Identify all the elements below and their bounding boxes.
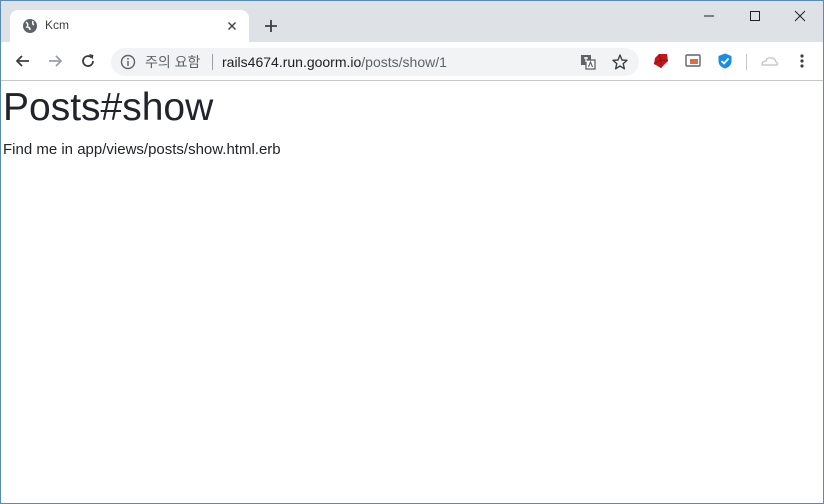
minimize-icon[interactable] [686, 1, 732, 31]
close-tab-icon[interactable] [224, 18, 240, 34]
cast-extension-icon[interactable] [684, 52, 702, 70]
page-body-text: Find me in app/views/posts/show.html.erb [3, 141, 281, 158]
info-icon[interactable] [120, 54, 136, 70]
url-host: rails4674.run.goorm.io [222, 54, 362, 70]
browser-window: Kcm 주의 요함 rails4674.run.goorm.io/posts/s… [0, 0, 824, 504]
translate-icon[interactable] [579, 53, 597, 71]
cloud-extension-icon[interactable] [759, 52, 778, 70]
forward-arrow-icon[interactable] [45, 51, 65, 71]
new-tab-icon[interactable] [262, 17, 280, 35]
browser-toolbar: 주의 요함 rails4674.run.goorm.io/posts/show/… [1, 42, 823, 81]
reload-icon[interactable] [78, 51, 98, 71]
menu-kebab-icon[interactable] [793, 52, 811, 70]
globe-icon [22, 18, 38, 34]
address-bar[interactable]: 주의 요함 rails4674.run.goorm.io/posts/show/… [111, 48, 639, 76]
toolbar-separator [746, 54, 747, 70]
page-title: Posts#show [3, 86, 214, 129]
ruby-gem-extension-icon[interactable] [652, 52, 670, 70]
back-arrow-icon[interactable] [13, 51, 33, 71]
tab-kcm[interactable]: Kcm [10, 10, 249, 42]
url-text[interactable]: rails4674.run.goorm.io/posts/show/1 [222, 54, 447, 70]
bookmark-star-icon[interactable] [611, 53, 629, 71]
close-window-icon[interactable] [777, 1, 823, 31]
address-separator [212, 54, 213, 70]
tab-strip: Kcm [1, 1, 823, 42]
maximize-icon[interactable] [732, 1, 778, 31]
security-label[interactable]: 주의 요함 [145, 54, 200, 70]
shield-extension-icon[interactable] [716, 52, 734, 70]
page-content: Posts#show Find me in app/views/posts/sh… [1, 81, 823, 503]
tab-title: Kcm [45, 18, 69, 32]
url-path: /posts/show/1 [361, 54, 447, 70]
